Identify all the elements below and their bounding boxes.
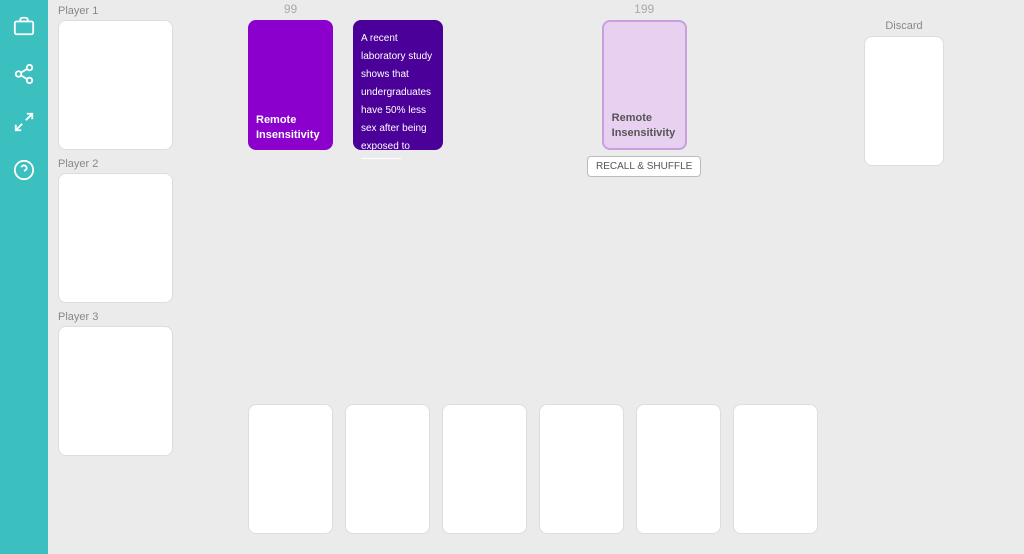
question-card-wrapper: A recent laboratory study shows that und…	[353, 20, 443, 150]
recall-card-text: Remote Insensitivity	[612, 111, 677, 140]
recall-card-wrapper: 199 Remote Insensitivity RECALL & SHUFFL…	[587, 20, 701, 177]
main-content: Player 1 Player 2 Player 3 99 Remote Ins…	[48, 0, 1024, 554]
recall-pile-count: 199	[634, 2, 654, 16]
hand-card-4[interactable]	[539, 404, 624, 534]
help-icon[interactable]	[8, 154, 40, 186]
draw-pile-wrapper: 99 Remote Insensitivity	[248, 20, 333, 150]
top-row: 99 Remote Insensitivity A recent laborat…	[248, 20, 944, 177]
hand-card-1[interactable]	[248, 404, 333, 534]
recall-shuffle-button[interactable]: RECALL & SHUFFLE	[587, 156, 701, 177]
sidebar	[0, 0, 48, 554]
hand-card-5[interactable]	[636, 404, 721, 534]
player-1-card-area[interactable]	[58, 20, 173, 150]
draw-pile-count: 99	[284, 2, 297, 16]
player-3-card-area[interactable]	[58, 326, 173, 456]
player-1-section: Player 1	[58, 5, 173, 150]
share-icon[interactable]	[8, 58, 40, 90]
player-2-section: Player 2	[58, 158, 173, 303]
recall-card[interactable]: Remote Insensitivity	[602, 20, 687, 150]
player-3-section: Player 3	[58, 311, 173, 456]
question-card-underline	[361, 158, 401, 159]
question-card[interactable]: A recent laboratory study shows that und…	[353, 20, 443, 150]
hand-card-3[interactable]	[442, 404, 527, 534]
hand-card-6[interactable]	[733, 404, 818, 534]
discard-section: Discard	[864, 20, 944, 166]
player-3-label: Player 3	[58, 311, 173, 323]
player-2-label: Player 2	[58, 158, 173, 170]
player-1-label: Player 1	[58, 5, 173, 17]
question-card-text: A recent laboratory study shows that und…	[361, 33, 432, 152]
fullscreen-icon[interactable]	[8, 106, 40, 138]
player-2-card-area[interactable]	[58, 173, 173, 303]
discard-pile[interactable]	[864, 36, 944, 166]
hand-cards-row	[248, 404, 818, 534]
play-area: 99 Remote Insensitivity A recent laborat…	[248, 20, 944, 544]
players-panel: Player 1 Player 2 Player 3	[58, 5, 173, 456]
discard-label: Discard	[885, 20, 922, 32]
draw-pile-card[interactable]: Remote Insensitivity	[248, 20, 333, 150]
draw-pile-card-text: Remote Insensitivity	[256, 113, 325, 142]
hand-card-2[interactable]	[345, 404, 430, 534]
briefcase-icon[interactable]	[8, 10, 40, 42]
